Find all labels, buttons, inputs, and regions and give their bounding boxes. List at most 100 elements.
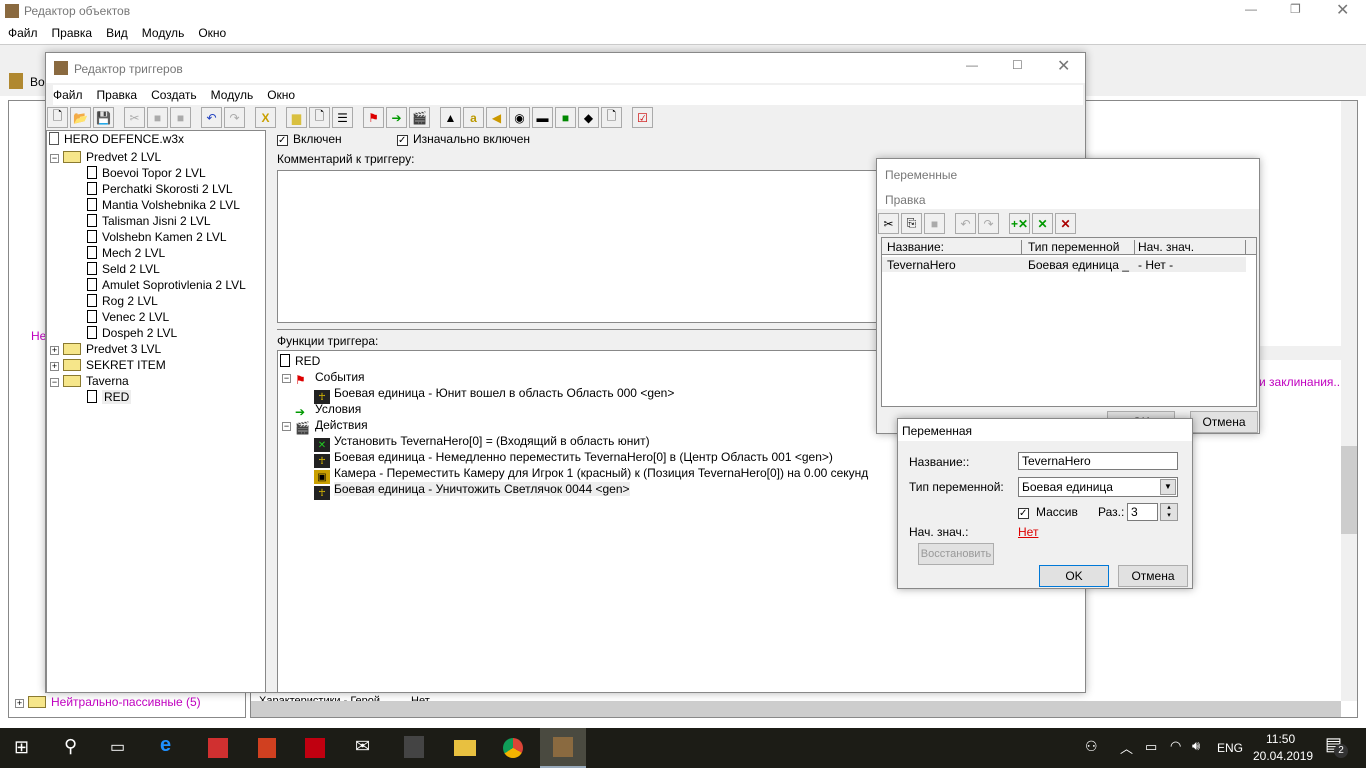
delete-variable-icon[interactable]: ✕ [1055, 213, 1076, 234]
paste-icon[interactable]: ■ [924, 213, 945, 234]
menu-file[interactable]: Файл [53, 88, 83, 102]
new-condition-icon[interactable]: ➔ [386, 107, 407, 128]
tree-item-neutral-passive[interactable]: + Нейтрально-пассивные (5) [15, 695, 201, 709]
initially-enabled-checkbox[interactable]: ✓ Изначально включен [397, 132, 530, 146]
edit-variable-icon[interactable]: ✕ [1032, 213, 1053, 234]
size-input[interactable]: 3 [1127, 503, 1158, 521]
task-view-icon[interactable]: ▭ [110, 737, 125, 757]
variable-row[interactable]: TevernaHero Боевая единица _ - Нет - [882, 257, 1246, 272]
new-event-icon[interactable]: ⚑ [363, 107, 384, 128]
world-editor-task[interactable] [540, 728, 586, 768]
tree-folder-predvet3[interactable]: + Predvet 3 LVL [50, 341, 161, 357]
property-value[interactable]: и заклинания... [1259, 375, 1343, 389]
tree-trigger[interactable]: Amulet Soprotivlenia 2 LVL [87, 277, 246, 293]
test-map-icon[interactable]: ☑ [632, 107, 653, 128]
restore-button[interactable]: Восстановить [918, 543, 994, 565]
tree-trigger[interactable]: Dospeh 2 LVL [87, 325, 177, 341]
import-manager-icon[interactable]: ◆ [578, 107, 599, 128]
ok-button[interactable]: OK [1039, 565, 1109, 587]
event-item[interactable]: ☥ Боевая единица - Юнит вошел в область О… [314, 385, 674, 404]
start-icon[interactable]: ⊞ [14, 737, 29, 758]
tree-trigger[interactable]: Seld 2 LVL [87, 261, 160, 277]
new-comment-icon[interactable]: ☰ [332, 107, 353, 128]
tree-trigger[interactable]: Rog 2 LVL [87, 293, 158, 309]
cut-icon[interactable]: ✂ [878, 213, 899, 234]
battery-icon[interactable]: ▭ [1145, 739, 1157, 755]
cut-icon[interactable]: ✂ [124, 107, 145, 128]
mcafee-icon[interactable] [305, 738, 325, 758]
name-input[interactable]: TevernaHero [1018, 452, 1178, 470]
menu-module[interactable]: Модуль [211, 88, 254, 102]
tree-root[interactable]: HERO DEFENCE.w3x [49, 131, 184, 147]
variables-icon[interactable]: X [255, 107, 276, 128]
app-orange-icon[interactable] [258, 738, 276, 758]
chevron-down-icon[interactable]: ▼ [1160, 479, 1176, 495]
maximize-button[interactable]: ☐ [1012, 58, 1023, 72]
action-item[interactable]: ☥ Боевая единица - Немедленно переместить… [314, 449, 833, 468]
tree-trigger[interactable]: Venec 2 LVL [87, 309, 169, 325]
file-explorer-icon[interactable] [454, 740, 476, 756]
init-value-link[interactable]: Нет [1018, 525, 1038, 539]
menu-window[interactable]: Окно [198, 26, 226, 40]
volume-icon[interactable]: 🔊︎ [1192, 738, 1200, 754]
search-icon[interactable]: ⚲ [64, 736, 77, 757]
menu-edit[interactable]: Правка [97, 88, 138, 102]
horizontal-scrollbar[interactable] [251, 701, 1341, 717]
action-item[interactable]: ✕ Установить TevernaHero[0] = (Входящий в… [314, 433, 650, 452]
tree-trigger[interactable]: Volshebn Kamen 2 LVL [87, 229, 227, 245]
copy-icon[interactable]: ⎘ [901, 213, 922, 234]
paste-icon[interactable]: ■ [170, 107, 191, 128]
tree-trigger[interactable]: Mech 2 LVL [87, 245, 165, 261]
function-root[interactable]: RED [280, 353, 320, 369]
conditions-node[interactable]: ➔ Условия [295, 401, 361, 419]
menu-view[interactable]: Вид [106, 26, 128, 40]
menu-window[interactable]: Окно [267, 88, 295, 102]
enabled-checkbox[interactable]: ✓ Включен [277, 132, 342, 146]
new-icon[interactable]: 🗋 [47, 107, 68, 128]
terrain-editor-icon[interactable]: ▲ [440, 107, 461, 128]
tree-trigger[interactable]: Boevoi Topor 2 LVL [87, 165, 206, 181]
minimize-button[interactable]: — [966, 58, 978, 72]
save-icon[interactable]: 💾 [93, 107, 114, 128]
tree-trigger[interactable]: Mantia Volshebnika 2 LVL [87, 197, 240, 213]
tree-trigger[interactable]: Talisman Jisni 2 LVL [87, 213, 211, 229]
warcraft-icon[interactable] [404, 736, 424, 758]
tree-trigger[interactable]: Perchatki Skorosti 2 LVL [87, 181, 233, 197]
menu-create[interactable]: Создать [151, 88, 197, 102]
undo-icon[interactable]: ↶ [955, 213, 976, 234]
size-spinner[interactable]: ▴ ▾ [1160, 503, 1178, 521]
vertical-scrollbar[interactable] [1341, 101, 1357, 701]
ai-editor-icon[interactable]: ■ [555, 107, 576, 128]
new-category-icon[interactable]: ▆ [286, 107, 307, 128]
tree-trigger-selected[interactable]: RED [87, 389, 132, 405]
campaign-editor-icon[interactable]: ▬ [532, 107, 553, 128]
redo-icon[interactable]: ↷ [224, 107, 245, 128]
clock-date[interactable]: 20.04.2019 [1253, 749, 1313, 763]
close-button[interactable]: ✕ [1057, 56, 1070, 76]
tree-folder-predvet2[interactable]: − Predvet 2 LVL [50, 149, 161, 165]
main-tab[interactable]: Bo [30, 75, 45, 89]
app-red-icon[interactable] [208, 738, 228, 758]
sound-editor-icon[interactable]: ◀ [486, 107, 507, 128]
mail-icon[interactable]: ✉ [355, 736, 370, 757]
cancel-button[interactable]: Отмена [1118, 565, 1188, 587]
action-item[interactable]: ▣ Камера - Переместить Камеру для Игрок 1… [314, 465, 868, 484]
new-action-icon[interactable]: 🎬 [409, 107, 430, 128]
menu-module[interactable]: Модуль [142, 26, 185, 40]
variables-menu-edit[interactable]: Правка [885, 193, 926, 207]
column-name[interactable]: Название: [887, 240, 1022, 254]
trigger-editor-icon-btn[interactable]: a [463, 107, 484, 128]
chevron-up-icon[interactable]: ︿ [1120, 738, 1133, 757]
menu-file[interactable]: Файл [8, 26, 38, 40]
type-select[interactable]: Боевая единица ▼ [1018, 477, 1178, 497]
wifi-icon[interactable]: ◠ [1170, 738, 1181, 754]
tree-folder-taverna[interactable]: − Taverna [50, 373, 129, 389]
column-type[interactable]: Тип переменной [1028, 240, 1135, 254]
open-icon[interactable]: 📂 [70, 107, 91, 128]
language-indicator[interactable]: ENG [1217, 741, 1243, 755]
minimize-button[interactable]: — [1245, 2, 1257, 16]
new-trigger-icon[interactable]: 🗋 [309, 107, 330, 128]
maximize-button[interactable]: ❐ [1290, 2, 1301, 16]
chrome-icon[interactable] [503, 738, 523, 758]
events-node[interactable]: − ⚑ События [282, 369, 365, 387]
